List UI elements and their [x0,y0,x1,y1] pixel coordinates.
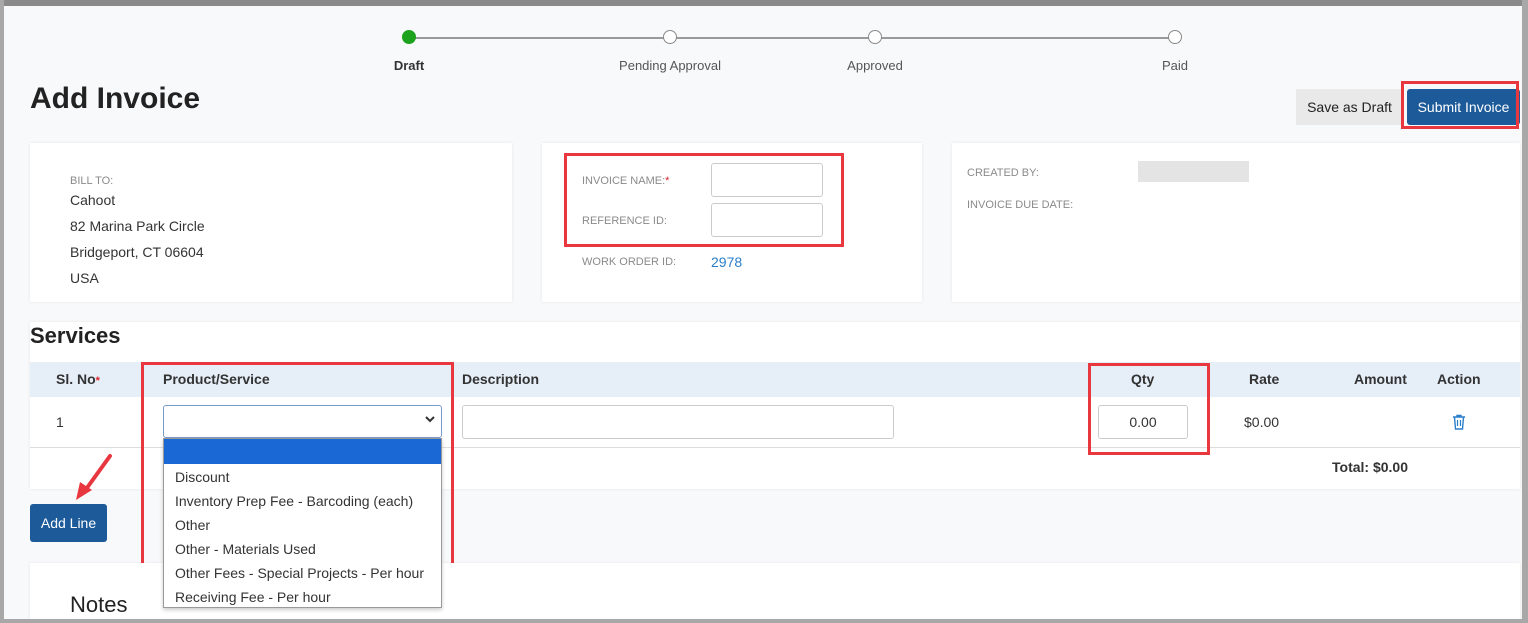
work-order-link[interactable]: 2978 [711,254,742,270]
col-description: Description [462,371,540,387]
trash-icon[interactable] [1452,414,1466,430]
dropdown-option[interactable]: Other [175,517,210,533]
window-frame-right [1522,0,1528,623]
step-approved-label: Approved [847,58,903,73]
add-line-button[interactable]: Add Line [30,504,107,542]
row-rate: $0.00 [1244,414,1280,430]
window-frame-left [0,0,4,623]
row-sl-no: 1 [56,414,64,430]
created-by-label: CREATED BY: [967,167,1039,179]
work-order-label: WORK ORDER ID: [582,256,677,268]
page-title: Add Invoice [30,82,201,115]
bill-to-country: USA [70,270,99,286]
col-sl-no: Sl. No* [56,371,100,387]
notes-title: Notes [70,592,128,617]
window-frame-bottom [0,619,1528,623]
step-draft-dot [402,30,416,44]
arrow-annotation-icon [76,454,112,500]
dropdown-option[interactable]: Other Fees - Special Projects - Per hour [175,565,424,581]
bill-to-address-line1: 82 Marina Park Circle [70,218,205,234]
dropdown-option-blank[interactable] [164,439,441,464]
dropdown-option[interactable]: Discount [175,469,229,485]
services-total: Total: $0.00 [1332,459,1408,475]
sl-no-required-mark: * [95,375,100,387]
save-as-draft-button[interactable]: Save as Draft [1296,89,1403,125]
qty-annotation-box [1088,363,1210,455]
due-date-label: INVOICE DUE DATE: [967,199,1074,211]
step-approved-dot [868,30,882,44]
dropdown-option[interactable]: Inventory Prep Fee - Barcoding (each) [175,493,413,509]
step-draft-label: Draft [393,58,425,73]
step-pending-dot [663,30,677,44]
created-by-redacted [1138,161,1249,182]
dropdown-option[interactable]: Other - Materials Used [175,541,316,557]
window-frame-top [0,0,1528,6]
step-paid-dot [1168,30,1182,44]
stepper-track [409,37,1175,39]
invoice-fields-annotation-box [564,153,844,247]
step-pending-label: Pending Approval [619,58,721,73]
bill-to-label: BILL TO: [70,175,114,187]
submit-annotation-box [1401,81,1519,129]
dropdown-option[interactable]: Receiving Fee - Per hour [175,589,331,605]
step-paid-label: Paid [1161,58,1189,73]
col-amount: Amount [1354,371,1407,387]
bill-to-name: Cahoot [70,192,116,208]
col-action: Action [1437,371,1481,387]
product-service-dropdown: Discount Inventory Prep Fee - Barcoding … [163,438,442,608]
col-rate: Rate [1249,371,1280,387]
services-title: Services [30,323,121,348]
description-input[interactable] [462,405,894,439]
bill-to-address-line2: Bridgeport, CT 06604 [70,244,204,260]
